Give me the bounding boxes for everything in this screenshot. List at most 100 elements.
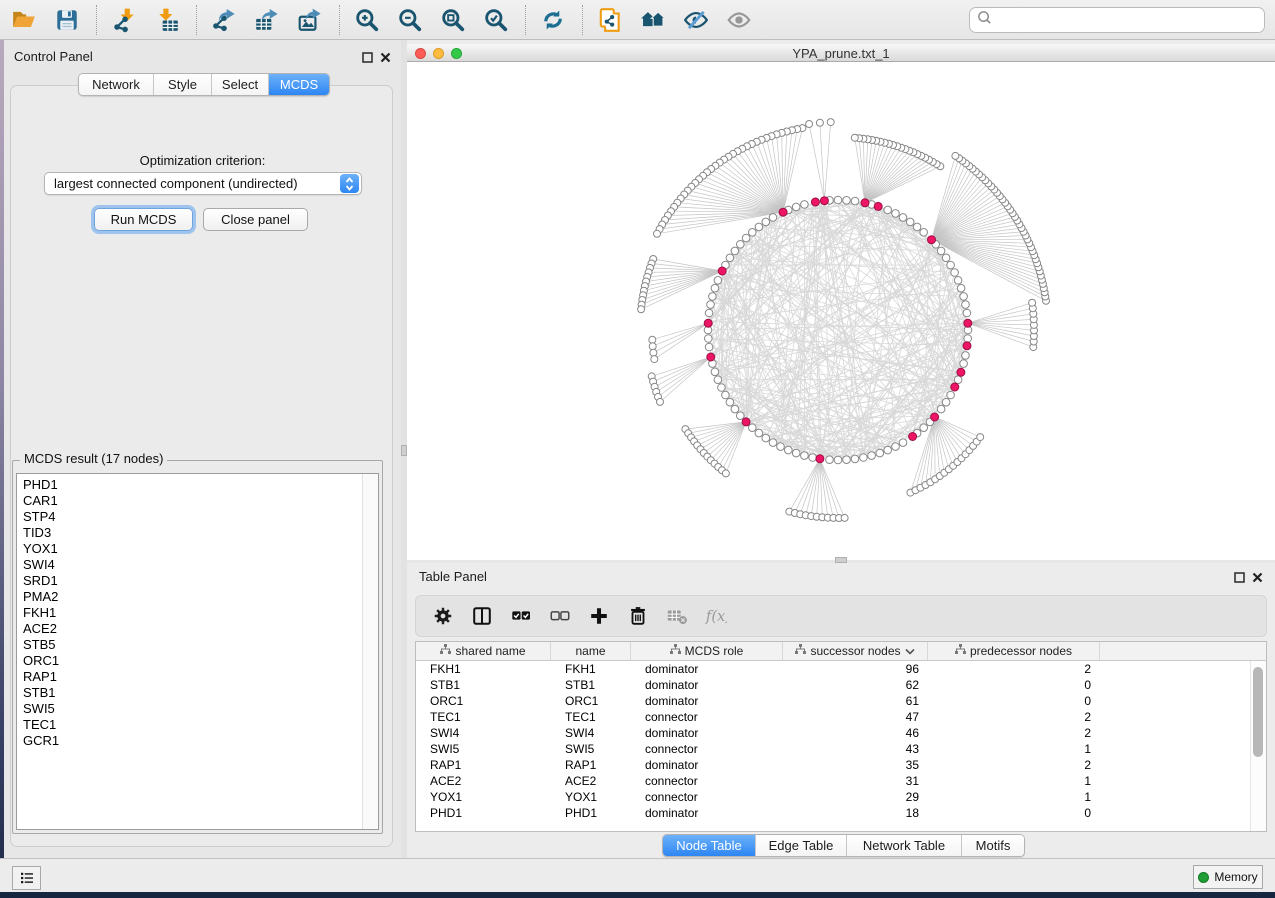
zoom-selected-icon[interactable] (480, 4, 512, 36)
tab-motifs[interactable]: Motifs (961, 835, 1024, 856)
column-header-successor-nodes[interactable]: successor nodes (783, 642, 928, 660)
network-canvas[interactable] (407, 62, 1275, 560)
table-cell: ORC1 (551, 694, 631, 708)
search-input[interactable] (992, 9, 1264, 31)
refresh-icon[interactable] (537, 4, 569, 36)
float-panel-icon[interactable] (362, 50, 373, 68)
task-history-button[interactable] (12, 866, 41, 890)
table-cell: connector (631, 774, 783, 788)
mcds-result-item[interactable]: SWI4 (23, 557, 362, 573)
tab-select[interactable]: Select (211, 74, 268, 95)
mcds-result-item[interactable]: FKH1 (23, 605, 362, 621)
table-row[interactable]: FKH1FKH1dominator962 (416, 661, 1266, 677)
mcds-result-item[interactable]: CAR1 (23, 493, 362, 509)
table-row[interactable]: ORC1ORC1dominator610 (416, 693, 1266, 709)
mcds-result-item[interactable]: PHD1 (23, 477, 362, 493)
table-row[interactable]: SWI5SWI5connector431 (416, 741, 1266, 757)
table-panel-tabs: Node TableEdge TableNetwork TableMotifs (662, 834, 1025, 857)
table-row[interactable]: STB1STB1dominator620 (416, 677, 1266, 693)
table-row[interactable]: TEC1TEC1connector472 (416, 709, 1266, 725)
table-cell: ACE2 (416, 774, 551, 788)
mcds-result-item[interactable]: GCR1 (23, 733, 362, 749)
tab-mcds[interactable]: MCDS (268, 74, 329, 95)
mcds-result-item[interactable]: TID3 (23, 525, 362, 541)
scrollbar-thumb[interactable] (1253, 667, 1263, 757)
run-mcds-button[interactable]: Run MCDS (94, 208, 193, 231)
mcds-result-item[interactable]: SWI5 (23, 701, 362, 717)
zoom-in-icon[interactable] (351, 4, 383, 36)
mcds-result-item[interactable]: STB5 (23, 637, 362, 653)
table-row[interactable]: YOX1YOX1connector291 (416, 789, 1266, 805)
table-cell: FKH1 (416, 662, 551, 676)
mcds-list-scrollbar[interactable] (362, 474, 378, 829)
table-cell: 2 (928, 662, 1100, 676)
show-all-icon (723, 4, 755, 36)
table-cell: dominator (631, 694, 783, 708)
memory-button[interactable]: Memory (1193, 865, 1263, 889)
table-scrollbar[interactable] (1250, 661, 1266, 831)
mcds-result-item[interactable]: TEC1 (23, 717, 362, 733)
hide-selected-icon[interactable] (680, 4, 712, 36)
export-table-icon[interactable] (251, 4, 283, 36)
export-image-icon[interactable] (294, 4, 326, 36)
table-row[interactable]: ACE2ACE2connector311 (416, 773, 1266, 789)
new-network-from-selection-icon[interactable] (594, 4, 626, 36)
mcds-result-list[interactable]: PHD1CAR1STP4TID3YOX1SWI4SRD1PMA2FKH1ACE2… (16, 473, 379, 830)
table-cell: STB1 (551, 678, 631, 692)
mcds-result-item[interactable]: STP4 (23, 509, 362, 525)
search-box[interactable] (969, 7, 1265, 33)
tab-network-table[interactable]: Network Table (846, 835, 961, 856)
open-file-icon[interactable] (8, 4, 40, 36)
mcds-result-item[interactable]: YOX1 (23, 541, 362, 557)
network-window-titlebar[interactable]: YPA_prune.txt_1 (407, 44, 1275, 62)
float-panel-icon[interactable] (1234, 570, 1245, 588)
dominator-node (951, 383, 959, 391)
search-icon (977, 10, 992, 30)
table-row[interactable]: PHD1PHD1dominator180 (416, 805, 1266, 821)
import-table-icon[interactable] (151, 4, 183, 36)
close-panel-icon[interactable] (1252, 570, 1263, 588)
toolbar-separator (582, 5, 584, 35)
table-cell: YOX1 (551, 790, 631, 804)
table-cell: 2 (928, 726, 1100, 740)
export-network-icon[interactable] (208, 4, 240, 36)
table-row[interactable]: SWI4SWI4dominator462 (416, 725, 1266, 741)
table-panel: Table Panel f(x) shared namenameMCDS rol… (407, 563, 1275, 858)
tab-style[interactable]: Style (153, 74, 211, 95)
first-neighbors-icon[interactable] (637, 4, 669, 36)
table-cell: dominator (631, 662, 783, 676)
column-header-name[interactable]: name (551, 642, 631, 660)
mcds-result-item[interactable]: STB1 (23, 685, 362, 701)
mcds-result-item[interactable]: SRD1 (23, 573, 362, 589)
column-type-icon (670, 644, 681, 658)
mcds-result-item[interactable]: PMA2 (23, 589, 362, 605)
mcds-result-item[interactable]: ORC1 (23, 653, 362, 669)
mcds-result-item[interactable]: RAP1 (23, 669, 362, 685)
close-panel-icon[interactable] (380, 50, 391, 68)
zoom-fit-icon[interactable] (437, 4, 469, 36)
unselect-all-columns-icon[interactable] (547, 603, 573, 629)
import-network-icon[interactable] (108, 4, 140, 36)
table-settings-icon[interactable] (430, 603, 456, 629)
split-panel-icon[interactable] (469, 603, 495, 629)
column-header-shared-name[interactable]: shared name (416, 642, 551, 660)
table-cell: 43 (783, 742, 928, 756)
toolbar-separator (96, 5, 98, 35)
close-panel-button[interactable]: Close panel (203, 208, 308, 231)
table-cell: 31 (783, 774, 928, 788)
tab-node-table[interactable]: Node Table (663, 835, 755, 856)
create-column-icon[interactable] (586, 603, 612, 629)
table-row[interactable]: RAP1RAP1dominator352 (416, 757, 1266, 773)
table-cell: 1 (928, 790, 1100, 804)
save-session-icon[interactable] (51, 4, 83, 36)
column-header-MCDS-role[interactable]: MCDS role (631, 642, 783, 660)
network-window-title: YPA_prune.txt_1 (407, 46, 1275, 61)
mcds-result-item[interactable]: ACE2 (23, 621, 362, 637)
delete-columns-icon[interactable] (625, 603, 651, 629)
column-header-predecessor-nodes[interactable]: predecessor nodes (928, 642, 1100, 660)
select-all-columns-icon[interactable] (508, 603, 534, 629)
zoom-out-icon[interactable] (394, 4, 426, 36)
tab-network[interactable]: Network (79, 74, 153, 95)
criterion-select[interactable]: largest connected component (undirected) (44, 172, 362, 195)
tab-edge-table[interactable]: Edge Table (755, 835, 846, 856)
